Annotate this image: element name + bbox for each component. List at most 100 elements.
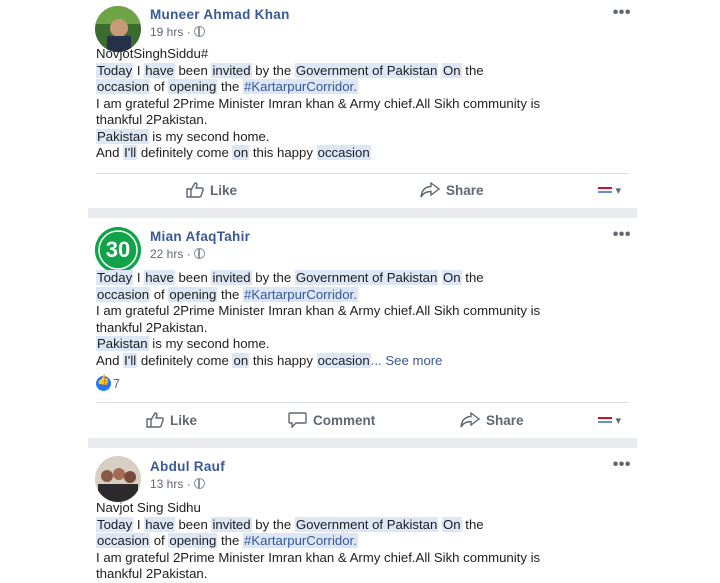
post-text-line: Today I have been invited by the Governm…: [96, 270, 631, 287]
post-text-line: Navjot Sing Sidhu: [96, 500, 631, 517]
highlighted-word: Pakistan: [96, 336, 149, 351]
audience-dropdown[interactable]: ▾: [598, 414, 621, 427]
highlighted-word: occasion: [96, 286, 151, 302]
text-segment: the: [461, 270, 484, 285]
text-segment: thankful 2Pakistan.: [96, 319, 208, 335]
avatar-number: 30: [105, 237, 131, 262]
timestamp-text: 22 hrs: [150, 247, 184, 261]
text-segment: I: [133, 516, 145, 532]
text-segment: this happy: [249, 145, 317, 160]
post-text-line: Pakistan is my second home.: [96, 336, 631, 353]
highlighted-word: have: [144, 270, 175, 285]
reaction-summary[interactable]: 7: [96, 375, 120, 391]
like-count: 7: [113, 377, 120, 391]
post-text-line: occasion of opening the #KartarpurCorrid…: [96, 286, 631, 304]
text-segment: NovjotSinghSiddu#: [96, 46, 209, 61]
post-text-line: I am grateful 2Prime Minister Imran khan…: [96, 550, 631, 567]
highlighted-word: occasion: [316, 352, 371, 368]
audience-dropdown[interactable]: ▾: [598, 184, 621, 197]
like-button[interactable]: Like: [186, 182, 237, 198]
post-separator: [88, 438, 637, 448]
comment-button[interactable]: Comment: [288, 412, 376, 429]
post-timestamp[interactable]: 13 hrs ·: [150, 477, 205, 491]
post-text-line: And I'll definitely come on this happy o…: [96, 145, 631, 162]
avatar[interactable]: 30: [95, 227, 141, 273]
chevron-down-icon: ▾: [615, 185, 621, 197]
more-options-icon[interactable]: •••: [613, 456, 631, 474]
post-author[interactable]: Muneer Ahmad Khan: [150, 7, 290, 22]
post: Muneer Ahmad Khan 19 hrs · ••• NovjotSin…: [88, 0, 637, 208]
highlighted-word: On: [442, 62, 462, 78]
text-segment: the: [461, 62, 484, 78]
post-text-line: I am grateful 2Prime Minister Imran khan…: [96, 96, 631, 113]
highlighted-word: occasion: [96, 79, 151, 94]
highlighted-word: Government of Pakistan: [294, 270, 439, 285]
post-text-line: Today I have been invited by the Governm…: [96, 516, 631, 534]
hashtag-link[interactable]: #KartarpurCorridor.: [243, 533, 358, 548]
text-segment: thankful 2Pakistan.: [96, 566, 208, 581]
text-segment: I: [133, 270, 145, 285]
text-segment: by the: [251, 270, 295, 285]
post: Abdul Rauf 13 hrs · ••• Navjot Sing Sidh…: [88, 448, 637, 581]
thumbs-up-icon: [146, 412, 164, 428]
post-separator: [88, 208, 637, 218]
post-timestamp[interactable]: 22 hrs ·: [150, 247, 205, 261]
highlighted-word: Today: [96, 62, 134, 78]
post-text-line: NovjotSinghSiddu#: [96, 46, 631, 63]
text-segment: is my second home.: [148, 128, 270, 144]
text-segment: been: [174, 270, 212, 285]
post-body: NovjotSinghSiddu# Today I have been invit…: [96, 46, 631, 162]
share-label: Share: [486, 413, 524, 428]
highlighted-word: opening: [168, 286, 218, 302]
text-segment: And: [96, 145, 124, 160]
post-text-line: Today I have been invited by the Governm…: [96, 62, 631, 80]
text-segment: I am grateful 2Prime Minister Imran khan…: [96, 95, 541, 111]
see-more-link[interactable]: ... See more: [371, 353, 443, 368]
more-options-icon[interactable]: •••: [613, 4, 631, 22]
post-text-line: And I'll definitely come on this happy o…: [96, 352, 631, 370]
like-reaction-icon: [96, 375, 111, 391]
globe-icon: [193, 248, 205, 259]
text-segment: by the: [251, 62, 295, 78]
chevron-down-icon: ▾: [615, 415, 621, 427]
hashtag-link[interactable]: #KartarpurCorridor.: [243, 79, 358, 94]
avatar[interactable]: [95, 456, 141, 502]
post-text-line: thankful 2Pakistan.: [96, 566, 631, 583]
thumbs-up-icon: [186, 182, 204, 198]
highlighted-word: I'll: [123, 352, 138, 368]
post-text-line: thankful 2Pakistan.: [96, 112, 631, 129]
timestamp-text: 19 hrs: [150, 25, 184, 39]
text-segment: Navjot Sing Sidhu: [96, 500, 201, 515]
highlighted-word: have: [144, 62, 175, 78]
comment-label: Comment: [313, 413, 376, 428]
text-segment: this happy: [249, 352, 317, 368]
share-button[interactable]: Share: [460, 411, 524, 428]
globe-icon: [193, 478, 205, 489]
text-segment: is my second home.: [148, 336, 270, 351]
post-text-line: Pakistan is my second home.: [96, 128, 631, 146]
text-segment: And: [96, 352, 124, 368]
like-button[interactable]: Like: [146, 412, 197, 428]
post-author[interactable]: Mian AfaqTahir: [150, 229, 250, 244]
highlighted-word: Government of Pakistan: [294, 62, 439, 78]
timestamp-text: 13 hrs: [150, 477, 184, 491]
text-segment: of: [150, 79, 169, 94]
post-text-line: I am grateful 2Prime Minister Imran khan…: [96, 303, 631, 320]
highlighted-word: on: [232, 145, 250, 160]
highlighted-word: On: [442, 270, 462, 285]
highlighted-word: On: [442, 516, 462, 532]
text-segment: definitely come: [137, 145, 233, 160]
divider: [96, 402, 629, 403]
post: 30 Mian AfaqTahir 22 hrs · ••• Today I h…: [88, 218, 637, 438]
more-options-icon[interactable]: •••: [613, 226, 631, 244]
hashtag-link[interactable]: #KartarpurCorridor.: [243, 286, 358, 302]
flag-icon: [598, 417, 613, 423]
highlighted-word: invited: [211, 270, 252, 285]
like-label: Like: [170, 413, 198, 428]
share-button[interactable]: Share: [420, 181, 484, 198]
post-author[interactable]: Abdul Rauf: [150, 459, 225, 474]
highlighted-word: opening: [168, 79, 218, 94]
post-body: Navjot Sing Sidhu Today I have been invit…: [96, 500, 631, 583]
text-segment: I am grateful 2Prime Minister Imran khan…: [96, 549, 541, 565]
post-timestamp[interactable]: 19 hrs ·: [150, 25, 205, 39]
